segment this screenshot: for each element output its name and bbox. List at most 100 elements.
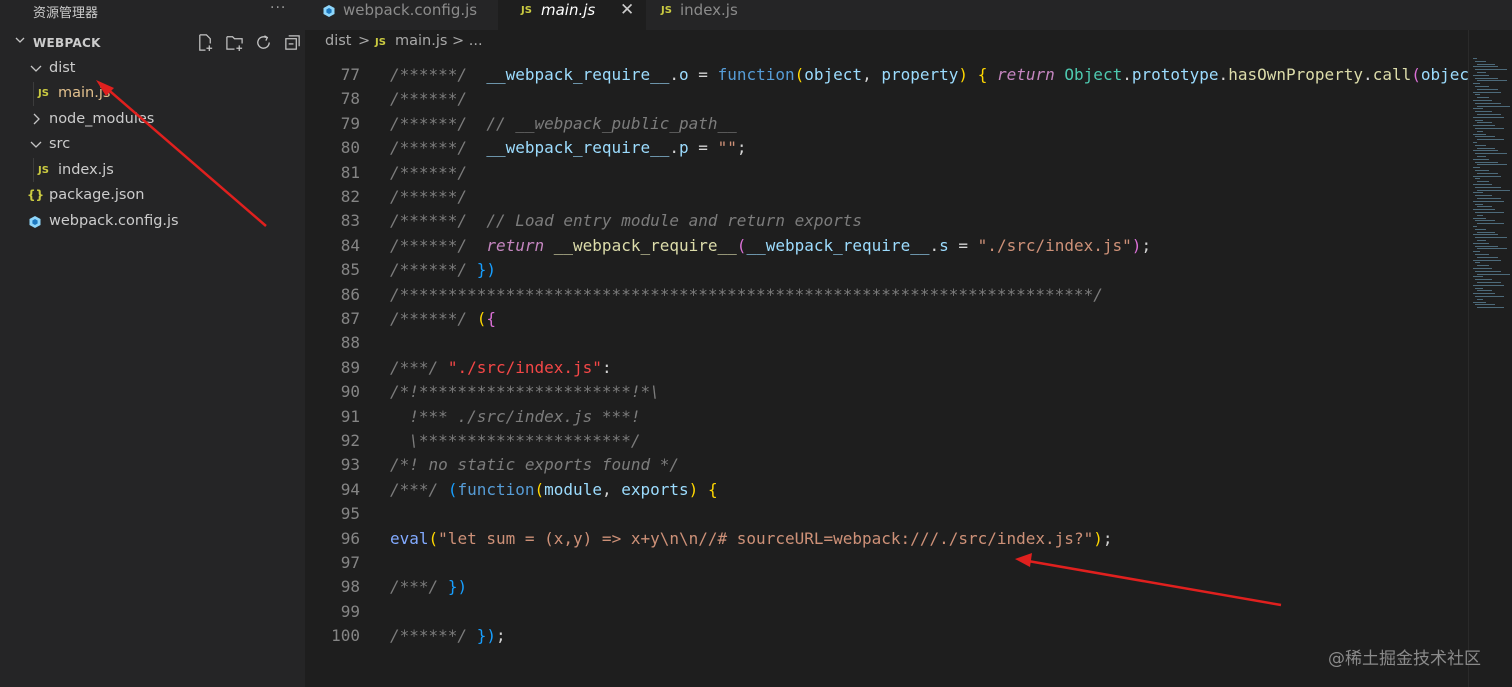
tree-folder-node-modules[interactable]: node_modules <box>0 109 305 133</box>
minimap-line <box>1473 116 1504 118</box>
code-line[interactable]: 98 /***/ }) <box>305 575 1468 599</box>
breadcrumb-main-js[interactable]: main.js <box>395 33 447 49</box>
code-line[interactable]: 97 <box>305 551 1468 575</box>
new-folder-icon[interactable] <box>225 33 244 55</box>
minimap-line <box>1473 74 1489 76</box>
line-number: 95 <box>340 504 360 524</box>
minimap-line <box>1475 178 1480 180</box>
chevron-down-icon <box>14 34 26 49</box>
minimap-line <box>1473 91 1501 93</box>
minimap-line <box>1473 284 1504 286</box>
code-text: /***/ "./src/index.js": <box>390 357 612 377</box>
code-line[interactable]: 80 /******/ __webpack_require__.p = ""; <box>305 136 1468 160</box>
code-line[interactable]: 85 /******/ }) <box>305 258 1468 282</box>
tree-file-package-json[interactable]: {} package.json <box>0 185 305 209</box>
js-file-icon: JS <box>38 88 49 99</box>
line-number: 90 <box>340 382 360 402</box>
code-text: /******/ __webpack_require__.o = functio… <box>390 65 1468 84</box>
line-number: 91 <box>340 406 360 426</box>
tree-file-webpack-config[interactable]: webpack.config.js <box>0 211 305 235</box>
code-line[interactable]: 84 /******/ return __webpack_require__(__… <box>305 234 1468 258</box>
minimap-line <box>1475 296 1504 297</box>
minimap-line <box>1473 142 1477 143</box>
code-line[interactable]: 91 !*** ./src/index.js ***! <box>305 405 1468 429</box>
minimap-line <box>1473 226 1477 227</box>
code-editor[interactable]: 77 /******/ __webpack_require__.o = funct… <box>305 55 1468 687</box>
line-number: 94 <box>340 479 360 499</box>
code-text: !*** ./src/index.js ***! <box>390 406 641 426</box>
collapse-all-icon[interactable] <box>283 33 302 55</box>
minimap-line <box>1473 108 1483 110</box>
tab-webpack-config[interactable]: webpack.config.js <box>305 0 497 30</box>
line-number: 81 <box>340 162 360 182</box>
line-number: 100 <box>331 626 360 646</box>
tree-item-label: dist <box>49 60 76 76</box>
minimap-line <box>1475 304 1495 306</box>
tree-folder-dist[interactable]: dist <box>0 58 305 82</box>
minimap-line <box>1473 192 1483 194</box>
code-line[interactable]: 81 /******/ <box>305 161 1468 185</box>
minimap-line <box>1475 170 1489 171</box>
code-line[interactable]: 86 /*************************************… <box>305 283 1468 307</box>
minimap-line <box>1473 268 1492 269</box>
code-line[interactable]: 95 <box>305 502 1468 526</box>
code-line[interactable]: 88 <box>305 331 1468 355</box>
line-number: 86 <box>340 284 360 304</box>
json-file-icon: {} <box>27 188 45 202</box>
code-text: /******/ <box>390 89 468 109</box>
code-line[interactable]: 89 /***/ "./src/index.js": <box>305 356 1468 380</box>
code-line[interactable]: 93 /*! no static exports found */ <box>305 453 1468 477</box>
breadcrumb-separator: > <box>358 33 371 49</box>
minimap-line <box>1475 262 1480 264</box>
tab-index-js[interactable]: JS index.js <box>647 0 777 30</box>
code-line[interactable]: 100 /******/ }); <box>305 624 1468 648</box>
code-line[interactable]: 78 /******/ <box>305 87 1468 111</box>
minimap-line <box>1475 136 1495 138</box>
minimap-line <box>1477 72 1486 73</box>
code-line[interactable]: 77 /******/ __webpack_require__.o = funct… <box>305 63 1468 87</box>
line-number: 99 <box>340 601 360 621</box>
minimap-line <box>1473 184 1492 185</box>
tab-label: index.js <box>680 1 738 19</box>
code-line[interactable]: 83 /******/ // Load entry module and retu… <box>305 209 1468 233</box>
explorer-sidebar: 资源管理器 ··· WEBPACK dist JS main.js node_m… <box>0 0 305 687</box>
tab-main-js[interactable]: JS main.js ✕ <box>498 0 646 30</box>
breadcrumb-tail[interactable]: > ... <box>452 33 483 49</box>
minimap-line <box>1475 86 1489 87</box>
chevron-down-icon <box>30 60 44 80</box>
minimap-line <box>1477 181 1489 183</box>
line-number: 79 <box>340 113 360 133</box>
code-line[interactable]: 92 \**********************/ <box>305 429 1468 453</box>
close-icon[interactable]: ✕ <box>620 0 634 20</box>
more-actions-icon[interactable]: ··· <box>270 0 286 16</box>
line-number: 83 <box>340 211 360 231</box>
code-text: \**********************/ <box>390 431 641 450</box>
minimap-line <box>1477 240 1486 241</box>
code-line[interactable]: 82 /******/ <box>305 185 1468 209</box>
minimap-line <box>1477 206 1492 208</box>
minimap-line <box>1477 290 1492 292</box>
minimap-line <box>1473 83 1480 85</box>
code-line[interactable]: 99 <box>305 600 1468 624</box>
breadcrumb-dist[interactable]: dist <box>325 33 351 49</box>
minimap-line <box>1477 307 1504 309</box>
minimap[interactable] <box>1468 30 1512 687</box>
js-file-icon: JS <box>521 5 532 16</box>
code-line[interactable]: 90 /*!**********************!*\ <box>305 380 1468 404</box>
minimap-line <box>1473 100 1492 101</box>
minimap-line <box>1473 301 1486 303</box>
code-text: /******/ __webpack_require__.p = ""; <box>390 138 747 158</box>
tree-folder-src[interactable]: src <box>0 134 305 158</box>
code-line[interactable]: 94 /***/ (function(module, exports) { <box>305 478 1468 502</box>
minimap-line <box>1473 133 1486 135</box>
code-text: /******/ // Load entry module and return… <box>390 211 863 231</box>
tree-item-label: package.json <box>49 187 145 203</box>
tree-file-index-js[interactable]: JS index.js <box>0 160 305 184</box>
minimap-line <box>1477 231 1495 233</box>
new-file-icon[interactable] <box>196 33 215 55</box>
code-line[interactable]: 96 eval("let sum = (x,y) => x+y\n\n//# so… <box>305 527 1468 551</box>
code-line[interactable]: 79 /******/ // __webpack_public_path__ <box>305 112 1468 136</box>
refresh-icon[interactable] <box>254 33 273 55</box>
code-line[interactable]: 87 /******/ ({ <box>305 307 1468 331</box>
tree-file-main-js[interactable]: JS main.js <box>0 83 305 107</box>
